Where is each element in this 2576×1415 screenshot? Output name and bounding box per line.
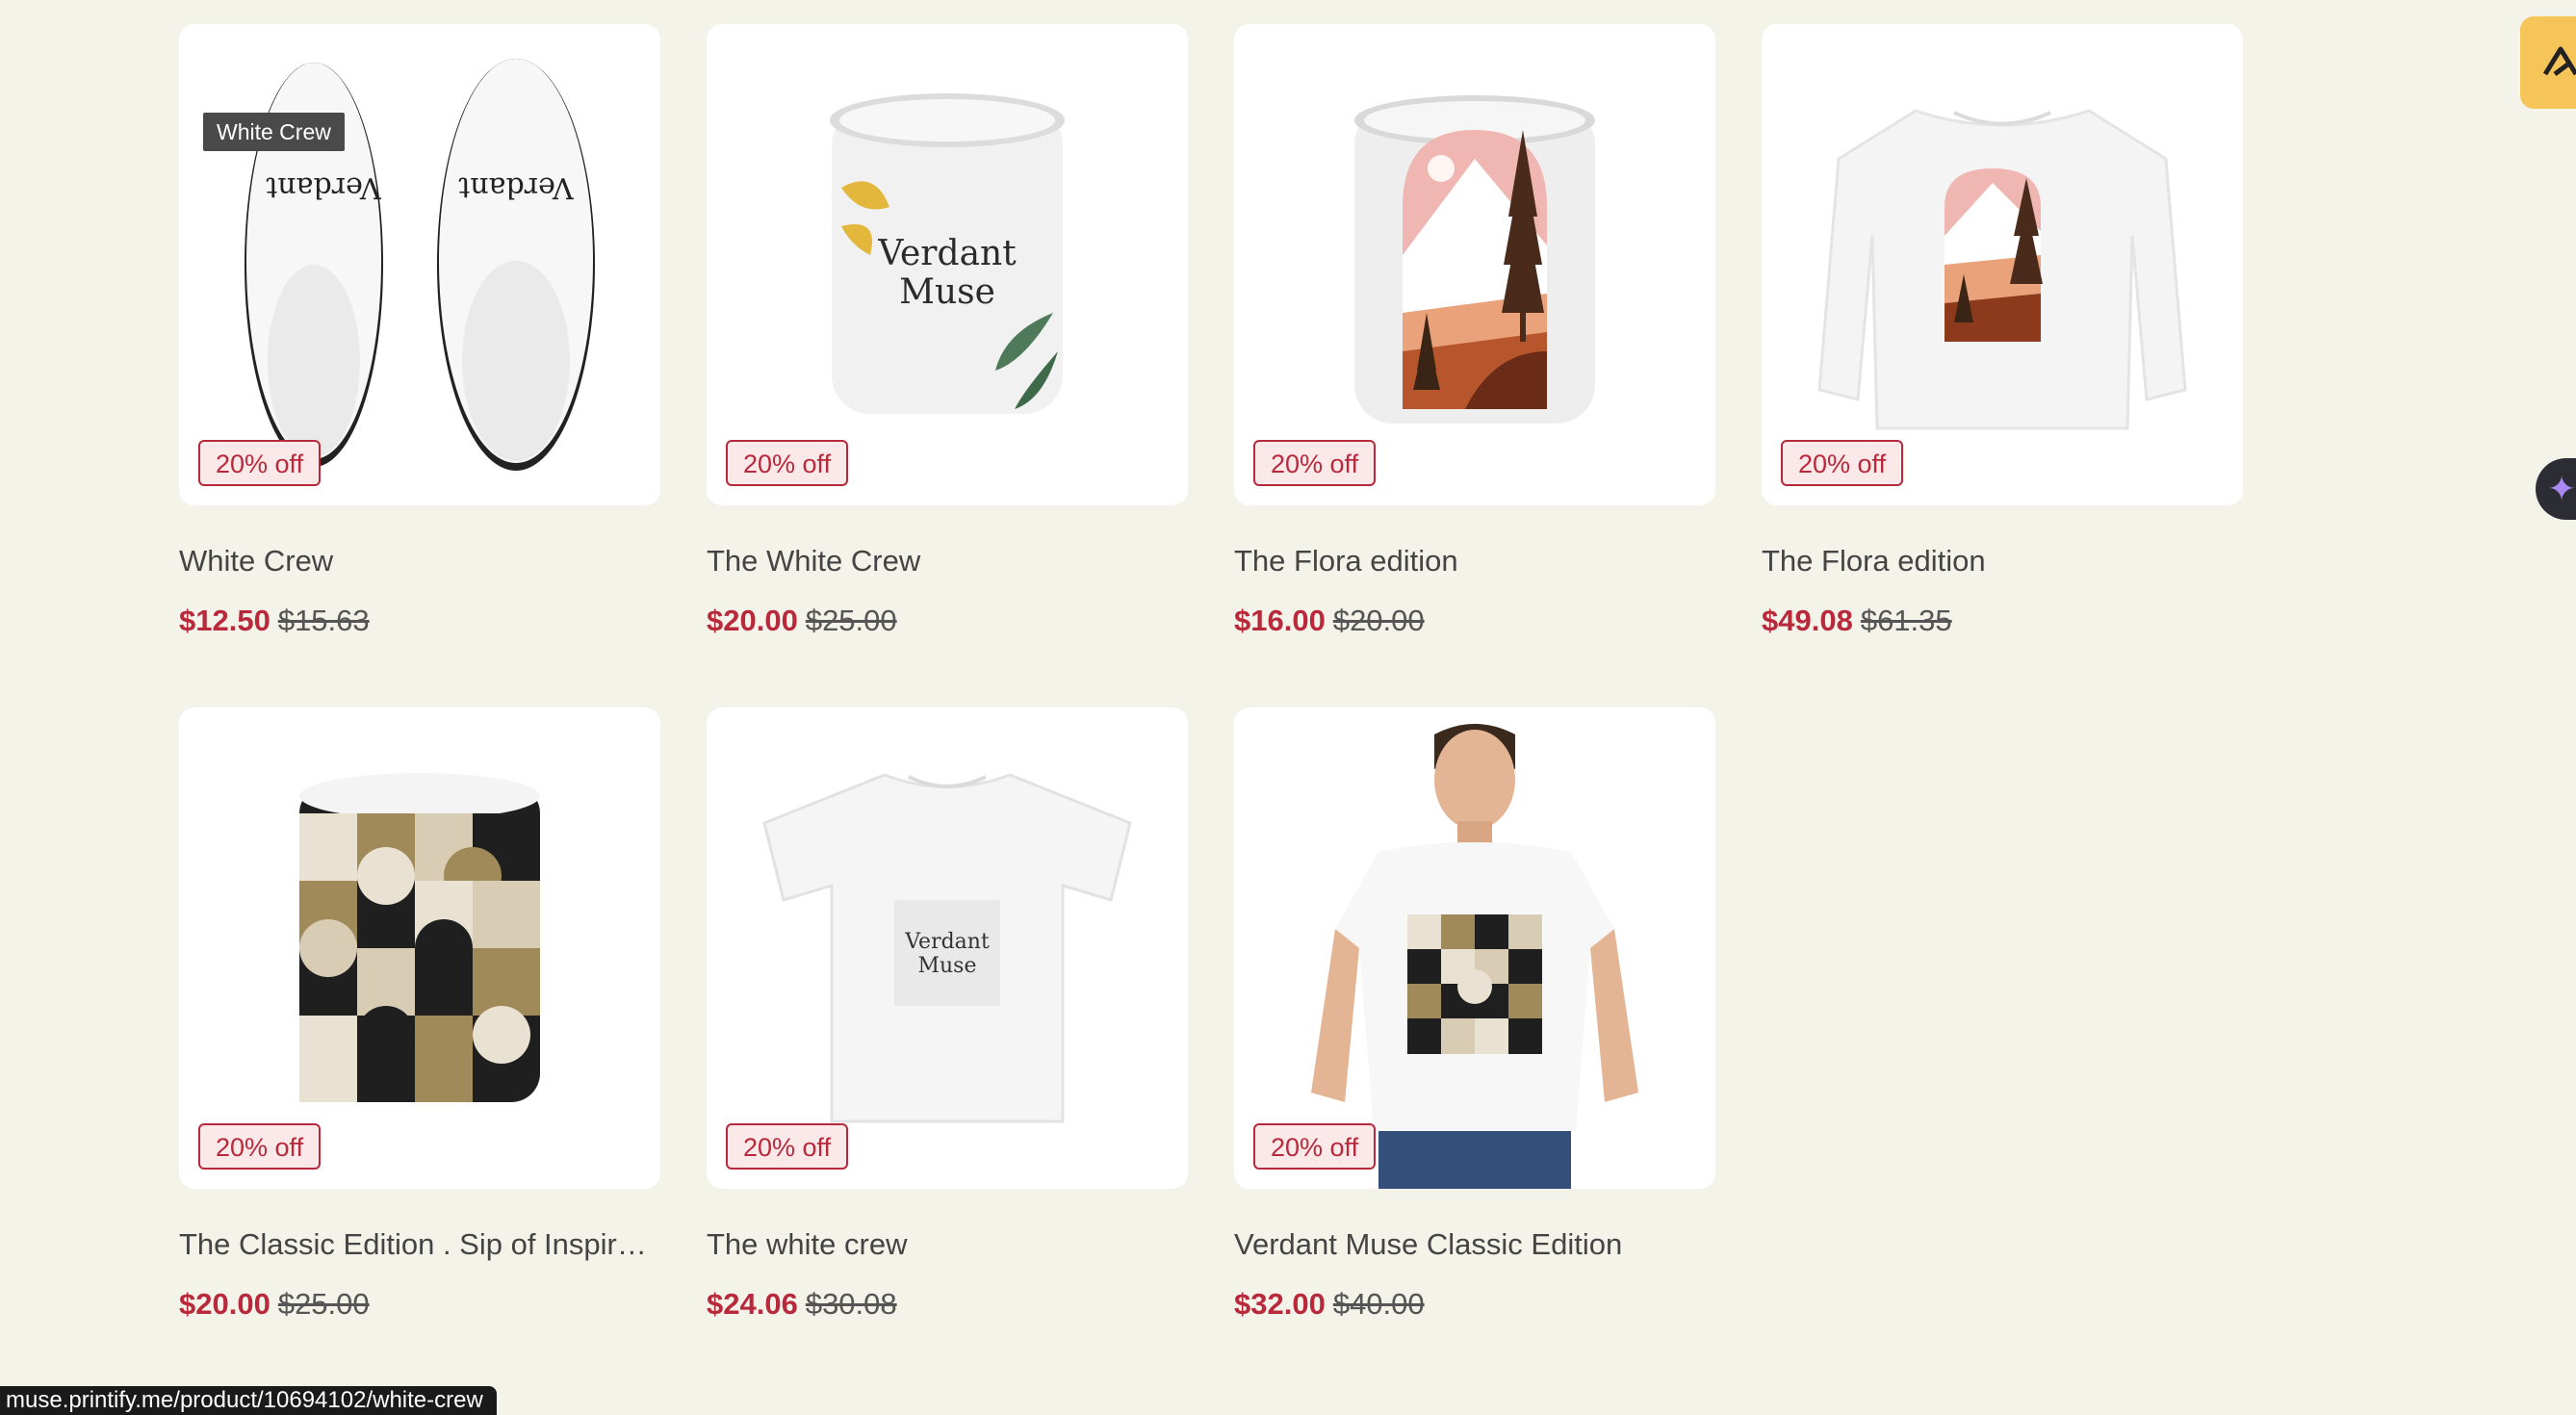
product-card-classic-edition-mug[interactable]: 20% off The Classic Edition . Sip of Ins… (179, 708, 660, 1381)
product-card-flora-mug[interactable]: 20% off The Flora edition $16.00 $20.00 (1234, 24, 1715, 698)
product-image[interactable]: Verdant Verdant White Crew 20% off (179, 24, 660, 505)
discount-badge: 20% off (726, 440, 849, 486)
product-title[interactable]: White Crew (179, 544, 660, 579)
product-card-the-white-crew[interactable]: Verdant Muse 20% off The White Crew $20.… (707, 24, 1188, 698)
sweatshirt-image (1817, 109, 2187, 430)
mug-brand-line2: Muse (899, 272, 995, 312)
discount-badge: 20% off (1781, 440, 1904, 486)
discount-badge: 20% off (1253, 1123, 1377, 1170)
logo-icon (2542, 46, 2576, 76)
sale-price: $49.08 (1762, 604, 1853, 637)
mug-image: Verdant Muse (830, 93, 1065, 414)
compare-price: $61.35 (1860, 604, 1952, 637)
price-row: $16.00 $20.00 (1234, 604, 1425, 638)
tshirt-image: Verdant Muse (762, 773, 1132, 1123)
tooltip: White Crew (203, 113, 345, 151)
product-image[interactable]: Verdant Muse 20% off (707, 24, 1188, 505)
sale-price: $16.00 (1234, 604, 1326, 637)
floating-assistant-button[interactable]: ✦ (2536, 458, 2576, 520)
compare-price: $25.00 (277, 1287, 370, 1321)
product-title[interactable]: The white crew (707, 1227, 1188, 1262)
price-row: $20.00 $25.00 (179, 1287, 370, 1322)
product-title[interactable]: The Flora edition (1234, 544, 1715, 579)
discount-badge: 20% off (1253, 440, 1377, 486)
compare-price: $15.63 (277, 604, 370, 637)
product-card-flora-sweatshirt[interactable]: 20% off The Flora edition $49.08 $61.35 (1762, 24, 2243, 698)
product-title[interactable]: The Flora edition (1762, 544, 2243, 579)
compare-price: $20.00 (1332, 604, 1425, 637)
floating-app-tab[interactable] (2520, 16, 2576, 109)
flora-mug-image (1354, 95, 1595, 424)
compare-price: $40.00 (1332, 1287, 1425, 1321)
sale-price: $20.00 (707, 604, 798, 637)
product-image[interactable]: Verdant Muse 20% off (707, 708, 1188, 1189)
tshirt-brand-line2: Muse (917, 954, 976, 978)
product-title[interactable]: The White Crew (707, 544, 1188, 579)
mug-brand-line1: Verdant (877, 234, 1017, 273)
tshirt-brand-line1: Verdant (904, 930, 990, 954)
product-image[interactable]: 20% off (179, 708, 660, 1189)
price-row: $20.00 $25.00 (707, 604, 897, 638)
price-row: $12.50 $15.63 (179, 604, 370, 638)
discount-badge: 20% off (198, 1123, 322, 1170)
slipper-brand-text-right: Verdant (458, 170, 574, 204)
discount-badge: 20% off (198, 440, 322, 486)
product-card-verdant-muse-classic[interactable]: 20% off Verdant Muse Classic Edition $32… (1234, 708, 1715, 1381)
product-image[interactable]: 20% off (1762, 24, 2243, 505)
product-title[interactable]: Verdant Muse Classic Edition (1234, 1227, 1715, 1262)
product-card-the-white-crew-tshirt[interactable]: Verdant Muse 20% off The white crew $24.… (707, 708, 1188, 1381)
discount-badge: 20% off (726, 1123, 849, 1170)
model-tshirt-image (1311, 724, 1638, 1189)
price-row: $49.08 $61.35 (1762, 604, 1952, 638)
product-title[interactable]: The Classic Edition . Sip of Inspiration (179, 1227, 660, 1262)
sale-price: $12.50 (179, 604, 270, 637)
product-card-white-crew[interactable]: Verdant Verdant White Crew 20% off White… (179, 24, 660, 698)
price-row: $32.00 $40.00 (1234, 1287, 1425, 1322)
status-bar-url: muse.printify.me/product/10694102/white-… (0, 1386, 497, 1415)
product-image[interactable]: 20% off (1234, 24, 1715, 505)
slippers-image: Verdant Verdant (245, 59, 595, 471)
product-image[interactable]: 20% off (1234, 708, 1715, 1189)
sparkle-icon: ✦ (2547, 469, 2576, 508)
compare-price: $25.00 (805, 604, 897, 637)
sale-price: $20.00 (179, 1287, 270, 1321)
sale-price: $24.06 (707, 1287, 798, 1321)
product-grid: Verdant Verdant White Crew 20% off White… (179, 24, 2249, 1372)
slipper-brand-text-left: Verdant (266, 170, 381, 204)
compare-price: $30.08 (805, 1287, 897, 1321)
sale-price: $32.00 (1234, 1287, 1326, 1321)
price-row: $24.06 $30.08 (707, 1287, 897, 1322)
geometric-mug-image (299, 773, 540, 1102)
